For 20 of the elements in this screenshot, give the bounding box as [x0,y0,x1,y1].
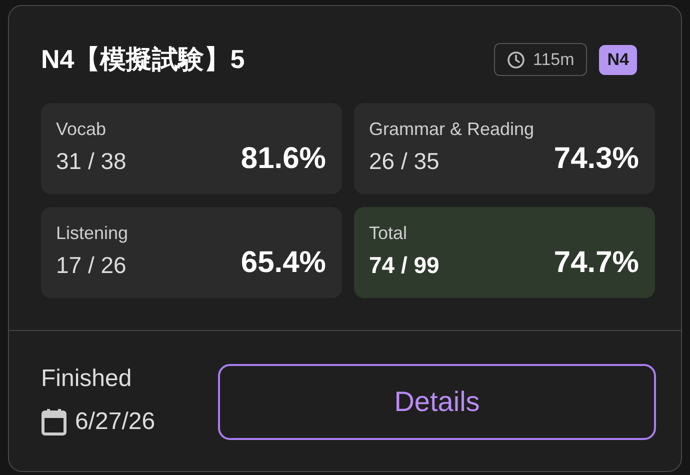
percentage: 74.7% [554,245,639,281]
section-label: Listening [56,222,130,245]
percentage: 74.3% [554,141,639,177]
duration-badge: 115m [494,43,588,76]
calendar-icon [41,408,67,436]
section-label: Vocab [56,118,108,141]
percentage: 65.4% [240,245,326,281]
score: 26 / 35 [369,147,440,176]
exam-title: N4【模擬試験】5 [41,43,245,76]
clock-icon [507,50,525,68]
score: 17 / 26 [56,251,126,280]
percentage: 81.6% [240,141,326,177]
score: 74 / 99 [369,251,440,280]
finish-date: 6/27/26 [75,407,156,437]
score: 31 / 38 [56,147,126,176]
details-button[interactable]: Details [218,364,656,440]
level-badge: N4 [599,44,637,74]
section-label: Total [369,222,408,245]
status-label: Finished [41,364,133,394]
section-label: Grammar & Reading [369,118,536,141]
